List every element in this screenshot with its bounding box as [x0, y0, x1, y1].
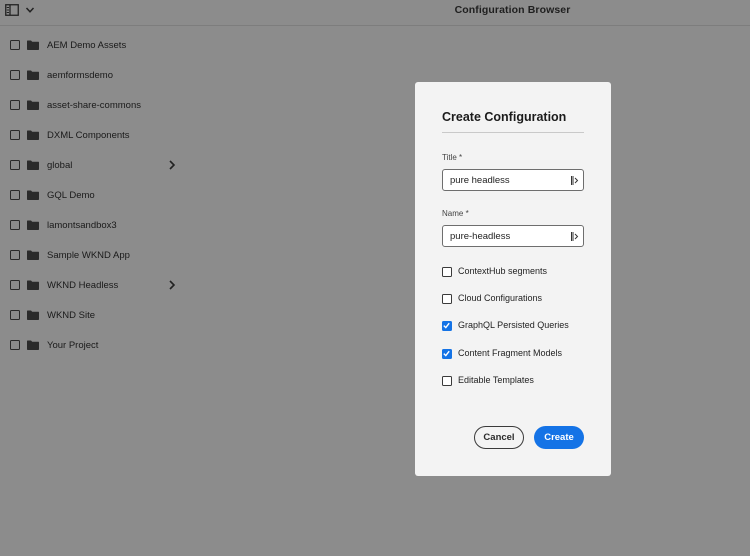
checkbox[interactable]	[442, 294, 452, 304]
list-item-label: global	[47, 159, 73, 171]
cancel-button[interactable]: Cancel	[474, 426, 524, 449]
option-label: GraphQL Persisted Queries	[458, 320, 569, 330]
list-item[interactable]: aemformsdemo	[0, 60, 190, 90]
top-bar: Configuration Browser	[0, 0, 750, 26]
option-label: Content Fragment Models	[458, 348, 563, 358]
row-checkbox[interactable]	[10, 160, 20, 171]
list-item-label: GQL Demo	[47, 189, 95, 201]
configuration-list: AEM Demo Assets aemformsdemo asset-share…	[0, 30, 190, 361]
list-item[interactable]: global	[0, 150, 190, 180]
folder-icon	[27, 70, 39, 81]
checkmark-icon	[443, 322, 450, 329]
list-item-label: Sample WKND App	[47, 249, 130, 261]
option-label: ContextHub segments	[458, 266, 548, 276]
row-checkbox[interactable]	[10, 250, 20, 261]
list-item-label: WKND Headless	[47, 279, 119, 291]
dialog-divider	[442, 132, 584, 133]
option-label: Editable Templates	[458, 375, 534, 385]
list-item[interactable]: GQL Demo	[0, 180, 190, 210]
row-checkbox[interactable]	[10, 310, 20, 321]
name-input-value: pure-headless	[450, 231, 511, 242]
list-item[interactable]: lamontsandbox3	[0, 210, 190, 240]
checkbox-checked[interactable]	[442, 321, 452, 331]
row-checkbox[interactable]	[10, 190, 20, 201]
list-item-label: WKND Site	[47, 309, 96, 321]
folder-icon	[27, 100, 39, 111]
row-checkbox[interactable]	[10, 40, 20, 51]
title-input[interactable]: pure headless	[442, 169, 584, 191]
folder-icon	[27, 310, 39, 321]
create-button[interactable]: Create	[534, 426, 584, 449]
list-item-label: asset-share-commons	[47, 99, 141, 111]
list-item-label: DXML Components	[47, 129, 130, 141]
folder-icon	[27, 250, 39, 261]
list-item[interactable]: Sample WKND App	[0, 240, 190, 270]
chevron-right-icon[interactable]	[168, 280, 176, 290]
checkmark-icon	[443, 350, 450, 357]
checkbox-checked[interactable]	[442, 349, 452, 359]
page-title: Configuration Browser	[454, 4, 571, 16]
list-item-label: lamontsandbox3	[47, 219, 117, 231]
list-item[interactable]: DXML Components	[0, 120, 190, 150]
text-direction-icon[interactable]	[570, 175, 579, 186]
list-item[interactable]: AEM Demo Assets	[0, 30, 190, 60]
folder-icon	[27, 40, 39, 51]
row-checkbox[interactable]	[10, 130, 20, 141]
list-item[interactable]: Your Project	[0, 330, 190, 360]
folder-icon	[27, 340, 39, 351]
list-item-label: aemformsdemo	[47, 69, 113, 81]
dialog-title: Create Configuration	[442, 110, 567, 124]
row-checkbox[interactable]	[10, 340, 20, 351]
folder-icon	[27, 190, 39, 201]
list-item-label: AEM Demo Assets	[47, 39, 127, 51]
list-item-label: Your Project	[47, 339, 99, 351]
row-checkbox[interactable]	[10, 70, 20, 81]
folder-icon	[27, 130, 39, 141]
folder-icon	[27, 160, 39, 171]
title-field-label: Title *	[442, 153, 463, 162]
option-label: Cloud Configurations	[458, 293, 543, 303]
chevron-right-icon[interactable]	[168, 160, 176, 170]
create-configuration-dialog: Create Configuration Title * pure headle…	[415, 82, 611, 476]
name-input[interactable]: pure-headless	[442, 225, 584, 247]
title-input-value: pure headless	[450, 175, 510, 186]
name-field-label: Name *	[442, 209, 469, 218]
row-checkbox[interactable]	[10, 100, 20, 111]
row-checkbox[interactable]	[10, 280, 20, 291]
list-item[interactable]: WKND Site	[0, 300, 190, 330]
checkbox[interactable]	[442, 267, 452, 277]
list-item[interactable]: asset-share-commons	[0, 90, 190, 120]
checkbox[interactable]	[442, 376, 452, 386]
folder-icon	[27, 280, 39, 291]
text-direction-icon[interactable]	[570, 231, 579, 242]
list-item[interactable]: WKND Headless	[0, 270, 190, 300]
folder-icon	[27, 220, 39, 231]
row-checkbox[interactable]	[10, 220, 20, 231]
